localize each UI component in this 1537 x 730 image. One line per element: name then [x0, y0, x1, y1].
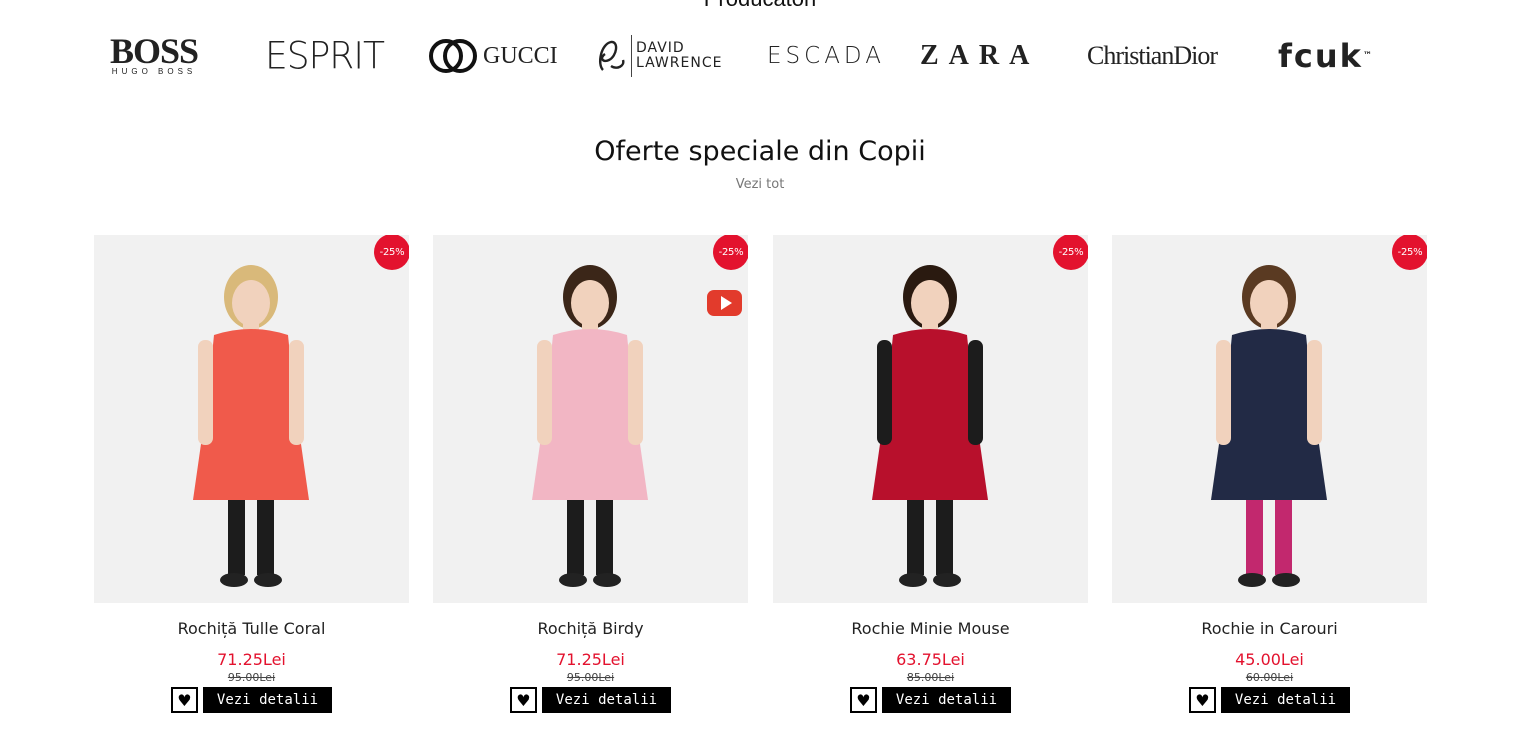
brand-logo-christian-dior[interactable]: ChristianDior [1087, 28, 1218, 84]
brand-logo-boss[interactable]: BOSS HUGO BOSS [110, 28, 199, 84]
brand-name: ESPRIT [265, 34, 385, 78]
view-details-button[interactable]: Vezi detalii [1220, 687, 1351, 713]
view-details-button[interactable]: Vezi detalii [202, 687, 333, 713]
product-actions: ♥ Vezi detalii [94, 687, 409, 713]
heart-icon[interactable]: ♥ [849, 687, 877, 713]
discount-badge: -25% [1392, 235, 1427, 270]
view-all-link[interactable]: Vezi tot [0, 177, 1520, 192]
child-dress-photo [872, 265, 988, 587]
dl-monogram-icon [599, 40, 625, 71]
producers-heading: Producatori [0, 0, 1520, 12]
heart-icon[interactable]: ♥ [1188, 687, 1216, 713]
brand-subname: LAWRENCE [636, 55, 723, 71]
trademark-mark: ™ [1362, 51, 1374, 61]
product-image[interactable]: -25% [94, 235, 409, 603]
section-title: Oferte speciale din Copii [594, 136, 926, 167]
product-name[interactable]: Rochiță Birdy [433, 619, 748, 638]
product-image[interactable]: -25% [433, 235, 748, 603]
heart-icon[interactable]: ♥ [170, 687, 198, 713]
view-details-button[interactable]: Vezi detalii [541, 687, 672, 713]
product-name[interactable]: Rochie Minie Mouse [773, 619, 1088, 638]
product-actions: ♥ Vezi detalii [433, 687, 748, 713]
brand-logo-fcuk[interactable]: fcuk ™ [1278, 28, 1374, 84]
product-actions: ♥ Vezi detalii [1112, 687, 1427, 713]
product-price: 71.25Lei [217, 650, 286, 669]
brand-name: fcuk [1278, 37, 1363, 75]
product-image[interactable]: -25% [773, 235, 1088, 603]
brand-logo-gucci[interactable]: GUCCI [427, 28, 558, 84]
brand-name: ESCADA [767, 43, 885, 69]
child-dress-photo [532, 265, 648, 587]
product-card[interactable]: -25% Rochie in Carouri 45.00Lei 60.00Lei… [1112, 235, 1427, 730]
brand-logo-escada[interactable]: ESCADA [767, 28, 885, 84]
child-dress-photo [193, 265, 309, 587]
product-image[interactable]: -25% [1112, 235, 1427, 603]
product-card[interactable]: -25% Rochie Minie Mouse 63.75Lei 85.00Le… [773, 235, 1088, 730]
brand-subname: HUGO BOSS [111, 67, 197, 76]
product-old-price: 95.00Lei [566, 671, 615, 684]
heart-icon[interactable]: ♥ [509, 687, 537, 713]
product-old-price: 60.00Lei [1245, 671, 1294, 684]
brand-logos: BOSS HUGO BOSS ESPRIT GUCCI DAVID LAWREN… [95, 28, 1395, 84]
product-price: 63.75Lei [896, 650, 965, 669]
video-play-icon[interactable] [707, 290, 742, 316]
product-price: 71.25Lei [556, 650, 625, 669]
product-old-price: 95.00Lei [227, 671, 276, 684]
brand-logo-esprit[interactable]: ESPRIT [265, 27, 385, 86]
product-old-price: 85.00Lei [906, 671, 955, 684]
divider [631, 35, 632, 77]
gucci-gg-icon [429, 39, 477, 73]
product-name[interactable]: Rochiță Tulle Coral [94, 619, 409, 638]
brand-logo-david-lawrence[interactable]: DAVID LAWRENCE [595, 28, 722, 84]
brand-name: DAVID [636, 40, 685, 56]
discount-badge: -25% [374, 235, 409, 270]
brand-name: BOSS [110, 31, 199, 71]
brand-logo-zara[interactable]: ZARA [920, 28, 1039, 84]
brand-name: GUCCI [483, 42, 558, 69]
child-dress-photo [1211, 265, 1327, 587]
product-name[interactable]: Rochie in Carouri [1112, 619, 1427, 638]
product-card[interactable]: -25% Rochiță Birdy 71.25Lei 95.00Lei ♥ V… [433, 235, 748, 730]
product-card[interactable]: -25% Rochiță Tulle Coral 71.25Lei 95.00L… [94, 235, 409, 730]
product-price: 45.00Lei [1235, 650, 1304, 669]
discount-badge: -25% [713, 235, 748, 270]
discount-badge: -25% [1053, 235, 1088, 270]
product-actions: ♥ Vezi detalii [773, 687, 1088, 713]
view-details-button[interactable]: Vezi detalii [881, 687, 1012, 713]
brand-name: ChristianDior [1087, 41, 1218, 70]
brand-name: ZARA [920, 40, 1040, 71]
